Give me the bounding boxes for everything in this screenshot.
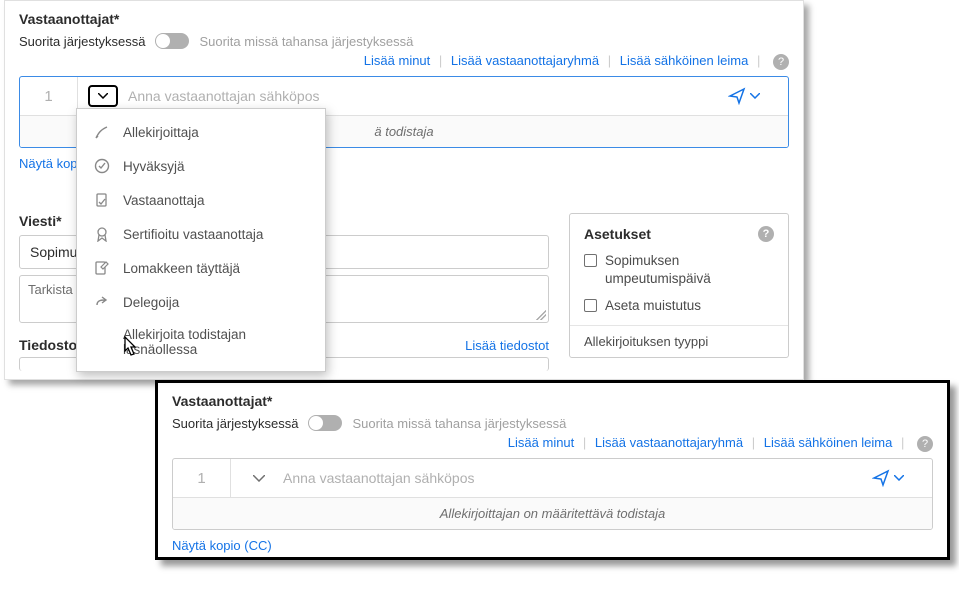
ribbon-icon [93,225,111,243]
order-label: Suorita järjestyksessä [172,416,298,431]
checkbox-icon [584,299,597,312]
order-label: Suorita järjestyksessä [19,34,145,49]
role-option-signer[interactable]: Allekirjoittaja [77,115,325,149]
auth-method-dropdown[interactable] [728,87,788,105]
role-option-witness[interactable]: Allekirjoita todistajan läsnäollessa [77,319,325,365]
pointer-cursor-icon [118,335,140,359]
recipients-label: Vastaanottajat* [19,11,789,27]
compose-panel-inset: Vastaanottajat* Suorita järjestyksessä S… [155,380,950,560]
add-me-link[interactable]: Lisää minut [508,435,574,450]
recipient-number: 1 [173,459,231,497]
order-row: Suorita järjestyksessä Suorita missä tah… [19,33,789,49]
recipient-email-input[interactable]: Anna vastaanottajan sähköpos [128,88,728,104]
add-seal-link[interactable]: Lisää sähköinen leima [620,53,749,68]
witness-note: ä todistaja [374,124,433,139]
document-check-icon [93,191,111,209]
show-cc-link[interactable]: Näytä kopio (CC) [172,538,272,553]
forward-arrow-icon [93,293,111,311]
document-edit-icon [93,259,111,277]
help-icon[interactable]: ? [758,226,774,242]
chevron-down-icon [253,475,265,482]
order-toggle[interactable] [308,415,342,431]
any-order-label: Suorita missä tahansa järjestyksessä [199,34,413,49]
order-row: Suorita järjestyksessä Suorita missä tah… [172,415,933,431]
recipient-links: Lisää minut | Lisää vastaanottajaryhmä |… [172,435,933,452]
any-order-label: Suorita missä tahansa järjestyksessä [352,416,566,431]
witness-note: Allekirjoittajan on määritettävä todista… [440,506,665,521]
auth-method-dropdown[interactable] [872,469,932,487]
check-circle-icon [93,157,111,175]
role-dropdown[interactable] [88,85,118,107]
role-dropdown[interactable] [253,475,265,482]
role-option-formfiller[interactable]: Lomakkeen täyttäjä [77,251,325,285]
pen-icon [93,123,111,141]
add-files-link[interactable]: Lisää tiedostot [465,338,549,353]
chevron-down-icon [750,93,760,99]
recipient-links: Lisää minut | Lisää vastaanottajaryhmä |… [19,53,789,70]
role-option-delegator[interactable]: Delegoija [77,285,325,319]
checkbox-icon [584,254,597,267]
recipient-number: 1 [20,77,78,115]
recipient-row: 1 Anna vastaanottajan sähköpos [173,459,932,497]
add-group-link[interactable]: Lisää vastaanottajaryhmä [451,53,599,68]
recipient-box: 1 Anna vastaanottajan sähköpos Allekirjo… [172,458,933,530]
add-me-link[interactable]: Lisää minut [364,53,430,68]
role-option-certified[interactable]: Sertifioitu vastaanottaja [77,217,325,251]
settings-title: Asetukset [584,226,651,242]
role-option-approver[interactable]: Hyväksyjä [77,149,325,183]
chevron-down-icon [98,93,108,99]
settings-box: Asetukset ? Sopimuksen umpeutumispäivä A… [569,213,789,358]
recipients-label: Vastaanottajat* [172,393,933,409]
role-dropdown-menu: Allekirjoittaja Hyväksyjä Vastaanottaja … [76,108,326,372]
send-icon [728,87,746,105]
help-icon[interactable]: ? [773,54,789,70]
add-seal-link[interactable]: Lisää sähköinen leima [764,435,893,450]
chevron-down-icon [894,475,904,481]
help-icon[interactable]: ? [917,436,933,452]
recipient-email-input[interactable]: Anna vastaanottajan sähköpos [283,470,872,486]
order-toggle[interactable] [155,33,189,49]
add-group-link[interactable]: Lisää vastaanottajaryhmä [595,435,743,450]
witness-note-row: Allekirjoittajan on määritettävä todista… [173,497,932,529]
role-option-acceptor[interactable]: Vastaanottaja [77,183,325,217]
reminder-option[interactable]: Aseta muistutus [584,297,774,315]
send-icon [872,469,890,487]
sig-type-label: Allekirjoituksen tyyppi [584,334,774,349]
divider [570,325,788,326]
expiry-option[interactable]: Sopimuksen umpeutumispäivä [584,252,774,287]
